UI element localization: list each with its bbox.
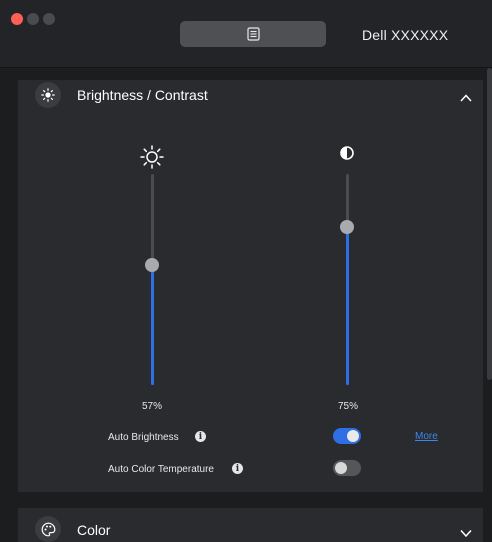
auto-color-temperature-toggle[interactable]	[333, 460, 361, 476]
auto-brightness-info-icon[interactable]: i	[195, 431, 206, 442]
contrast-slider-fill	[346, 226, 349, 385]
sun-icon	[35, 82, 61, 108]
brightness-slider-fill	[151, 264, 154, 385]
palette-icon	[35, 516, 61, 542]
sun-outline-icon	[139, 144, 165, 175]
scrollbar[interactable]	[487, 68, 492, 380]
brightness-slider-thumb[interactable]	[145, 257, 159, 272]
auto-brightness-toggle[interactable]	[333, 428, 361, 444]
document-list-icon	[246, 27, 260, 41]
title-bar: Dell XXXXXX	[0, 0, 492, 68]
contrast-value: 75%	[338, 401, 359, 412]
auto-color-temperature-label: Auto Color Temperature	[108, 464, 214, 475]
brightness-contrast-title: Brightness / Contrast	[77, 87, 208, 103]
monitor-name: Dell XXXXXX	[362, 27, 449, 43]
auto-color-temperature-info-icon[interactable]: i	[232, 463, 243, 474]
contrast-half-circle-icon	[340, 146, 354, 165]
contrast-slider-thumb[interactable]	[340, 219, 354, 234]
toggle-knob	[335, 462, 347, 474]
toggle-knob	[347, 430, 359, 442]
chevron-down-icon[interactable]	[460, 524, 472, 542]
brightness-contrast-panel: Brightness / Contrast 57% 75% Auto Brigh…	[18, 80, 483, 492]
window-maximize-button[interactable]	[43, 13, 55, 25]
color-title: Color	[77, 522, 111, 538]
menu-tab-button[interactable]	[180, 21, 326, 47]
auto-brightness-label: Auto Brightness	[108, 432, 179, 443]
chevron-up-icon[interactable]	[460, 89, 472, 107]
window-minimize-button[interactable]	[27, 13, 39, 25]
brightness-contrast-header[interactable]: Brightness / Contrast	[18, 80, 483, 108]
brightness-value: 57%	[142, 401, 163, 412]
window-close-button[interactable]	[11, 13, 23, 25]
more-link[interactable]: More	[415, 431, 438, 442]
color-panel[interactable]: Color	[18, 508, 483, 542]
